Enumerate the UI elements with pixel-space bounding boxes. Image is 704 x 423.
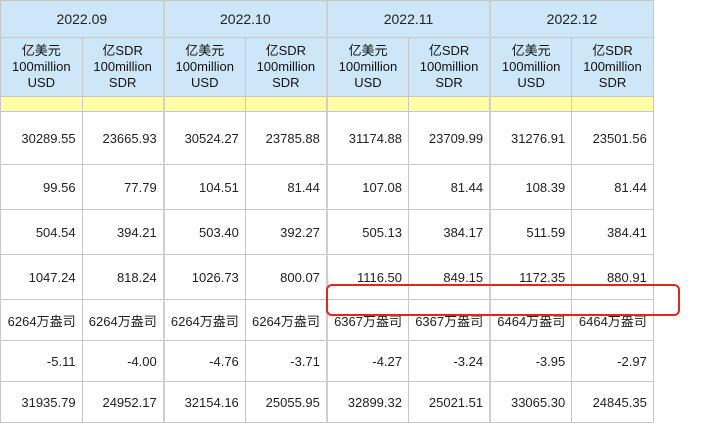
table-cell: 6264万盎司: [0, 299, 83, 341]
table-cell: 384.41: [571, 209, 654, 255]
unit-header-usd: 亿美元 100million USD: [162, 37, 246, 97]
table-cell: -4.00: [81, 340, 165, 382]
table-cell: 81.44: [408, 164, 491, 210]
table-row: -5.11 -4.00 -4.76 -3.71 -4.27 -3.24 -3.95 -2.97: [0, 340, 654, 382]
unit-header-row: 亿美元 100million USD 亿SDR 100million SDR 亿美元 10…: [0, 37, 654, 97]
table-cell: 6264万盎司: [81, 299, 165, 341]
table-cell: 1047.24: [0, 254, 83, 300]
table-cell: 23709.99: [408, 111, 491, 165]
table-cell: 25021.51: [408, 381, 491, 423]
table-cell: -4.76: [162, 340, 246, 382]
table-row: 99.56 77.79 104.51 81.44 107.08 81.44 108.39 81…: [0, 164, 654, 210]
table-cell: 511.59: [489, 209, 573, 255]
table-cell: -5.11: [0, 340, 83, 382]
table-cell: 392.27: [244, 209, 328, 255]
table-cell: 33065.30: [489, 381, 573, 423]
period-header-row: 2022.09 2022.10 2022.11 2022.12: [0, 0, 654, 38]
table-cell: 32899.32: [325, 381, 409, 423]
table-cell: 30289.55: [0, 111, 83, 165]
table-cell: 81.44: [244, 164, 328, 210]
unit-header-usd: 亿美元 100million USD: [325, 37, 409, 97]
table-cell: 31174.88: [325, 111, 409, 165]
table-cell: 23665.93: [81, 111, 165, 165]
table-cell: 24845.35: [571, 381, 654, 423]
table-row: 30289.55 23665.93 30524.27 23785.88 31174.88…: [0, 111, 654, 165]
table-cell: -3.24: [408, 340, 491, 382]
table-cell: 31276.91: [489, 111, 573, 165]
table-cell: 800.07: [244, 254, 328, 300]
table-cell: 503.40: [162, 209, 246, 255]
table-cell: 23501.56: [571, 111, 654, 165]
table-row: 504.54 394.21 503.40 392.27 505.13 384.17 511.…: [0, 209, 654, 255]
table-cell: 25055.95: [244, 381, 328, 423]
table-cell: 104.51: [162, 164, 246, 210]
highlight-box: [326, 284, 680, 316]
table-cell: 818.24: [81, 254, 165, 300]
table-cell: 1026.73: [162, 254, 246, 300]
table-cell: 81.44: [571, 164, 654, 210]
table-cell: -3.71: [244, 340, 328, 382]
unit-header-sdr: 亿SDR 100million SDR: [244, 37, 328, 97]
period-header: 2022.09: [0, 0, 165, 38]
table-cell: 31935.79: [0, 381, 83, 423]
table-cell: -4.27: [325, 340, 409, 382]
table-cell: 504.54: [0, 209, 83, 255]
table-cell: 99.56: [0, 164, 83, 210]
period-header: 2022.11: [325, 0, 491, 38]
unit-header-usd: 亿美元 100million USD: [489, 37, 573, 97]
table-cell: 6264万盎司: [244, 299, 328, 341]
yellow-band-row: [0, 96, 654, 112]
table-cell: 6264万盎司: [162, 299, 246, 341]
unit-header-sdr: 亿SDR 100million SDR: [81, 37, 165, 97]
table-cell: 108.39: [489, 164, 573, 210]
table-row: 31935.79 24952.17 32154.16 25055.95 32899.32…: [0, 381, 654, 423]
table-cell: -2.97: [571, 340, 654, 382]
table-cell: 384.17: [408, 209, 491, 255]
unit-header-sdr: 亿SDR 100million SDR: [571, 37, 654, 97]
reserves-table-container: 2022.09 2022.10 2022.11 2022.12 亿美元 100mi…: [0, 0, 654, 423]
table-cell: -3.95: [489, 340, 573, 382]
table-cell: 394.21: [81, 209, 165, 255]
table-cell: 505.13: [325, 209, 409, 255]
reserves-table: 2022.09 2022.10 2022.11 2022.12 亿美元 100mi…: [0, 0, 654, 423]
table-cell: 107.08: [325, 164, 409, 210]
period-header: 2022.12: [489, 0, 654, 38]
table-cell: 23785.88: [244, 111, 328, 165]
table-cell: 24952.17: [81, 381, 165, 423]
table-cell: 77.79: [81, 164, 165, 210]
table-cell: 30524.27: [162, 111, 246, 165]
period-header: 2022.10: [162, 0, 328, 38]
unit-header-usd: 亿美元 100million USD: [0, 37, 83, 97]
table-cell: 32154.16: [162, 381, 246, 423]
unit-header-sdr: 亿SDR 100million SDR: [408, 37, 491, 97]
